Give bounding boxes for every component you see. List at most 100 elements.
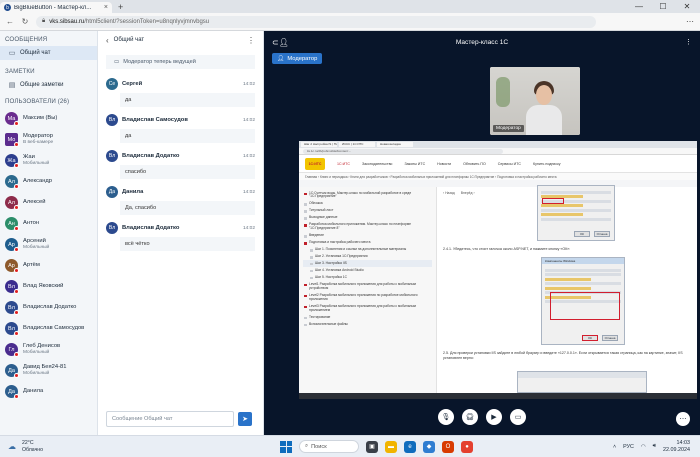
window-row bbox=[541, 190, 611, 194]
user-list-item[interactable]: Вл Владислав Самосудов bbox=[0, 318, 97, 339]
user-list-item[interactable]: Ар Арсений Мобильный bbox=[0, 234, 97, 255]
users-section-title: ПОЛЬЗОВАТЕЛИ (26) bbox=[5, 98, 70, 105]
message-text: да bbox=[120, 129, 255, 143]
send-button[interactable]: ➤ bbox=[238, 412, 252, 426]
user-name: Влад Яковский bbox=[23, 283, 64, 290]
user-status: В веб-камере bbox=[23, 140, 54, 146]
lock-icon[interactable]: 🔒︎ bbox=[42, 18, 45, 25]
sidebar: СООБЩЕНИЯ ▭ Общий чат ЗАМЕТКИ ▤ Общие за… bbox=[0, 31, 98, 435]
volume-icon[interactable]: 🔊︎ bbox=[653, 443, 656, 450]
user-list-item[interactable]: Гл Глеб Денисов Мобильный bbox=[0, 339, 97, 360]
minimize-icon[interactable]: — bbox=[634, 2, 644, 11]
url-path: /html5client/?sessionToken=u8nqnlyvjmnvb… bbox=[84, 18, 210, 25]
back-arrow-icon[interactable]: ← bbox=[6, 17, 14, 26]
muted-status-icon bbox=[14, 226, 19, 231]
browser-menu-icon[interactable]: ⋯ bbox=[686, 17, 694, 26]
close-window-icon[interactable]: ✕ bbox=[682, 2, 692, 11]
screenshare-button[interactable]: ▭ bbox=[510, 409, 526, 425]
window-rows bbox=[538, 186, 614, 225]
site-nav-item: 1С:ИТС bbox=[337, 161, 350, 166]
user-list-item[interactable]: Мо Модератор В веб-камере bbox=[0, 129, 97, 150]
user-info: Жаи Мобильный bbox=[23, 154, 49, 167]
mute-button[interactable]: 🎙︎ bbox=[438, 409, 454, 425]
sidebar-item-public-chat[interactable]: ▭ Общий чат bbox=[0, 46, 97, 60]
user-list-item[interactable]: Вл Влад Яковский bbox=[0, 276, 97, 297]
user-list-item[interactable]: Да Данила bbox=[0, 381, 97, 402]
office-icon[interactable]: O bbox=[442, 440, 454, 453]
sidebar-item-shared-notes[interactable]: ▤ Общие заметки bbox=[0, 78, 97, 92]
message-time: 14:02 bbox=[242, 117, 255, 123]
start-button[interactable] bbox=[280, 440, 292, 453]
avatar-initials: Ар bbox=[8, 262, 15, 269]
close-tab-icon[interactable]: × bbox=[104, 4, 108, 11]
webcam-video[interactable]: Модератор bbox=[490, 67, 580, 135]
options-menu-icon[interactable]: ⋮ bbox=[685, 38, 692, 46]
user-list-item[interactable]: Вл Владислав Додатко bbox=[0, 297, 97, 318]
audio-button[interactable]: 🎧︎ bbox=[462, 409, 478, 425]
user-list-item[interactable]: Да Давид Бея24-81 Мобильный bbox=[0, 360, 97, 381]
shared-address-bar: its.1c.ru/db/pubmobile#content:... bbox=[299, 148, 697, 155]
user-status: Мобильный bbox=[23, 245, 50, 251]
user-name: Александр bbox=[23, 178, 53, 185]
user-status: Мобильный bbox=[23, 350, 50, 356]
muted-status-icon bbox=[14, 310, 19, 315]
app-icon[interactable]: ● bbox=[461, 440, 473, 453]
muted-status-icon bbox=[14, 163, 19, 168]
chat-message-input[interactable]: Сообщение Общий чат bbox=[106, 411, 234, 427]
camera-off-icon: ▶ bbox=[491, 414, 497, 421]
user-list-item[interactable]: Ан Антон bbox=[0, 213, 97, 234]
file-explorer-icon[interactable]: ▬ bbox=[385, 440, 397, 453]
chat-bubble-icon: ▭ bbox=[8, 50, 16, 57]
maximize-icon[interactable]: ☐ bbox=[658, 2, 668, 11]
site-nav: 1С:ИТС Законодательство Законы ИТС Новости О… bbox=[337, 162, 561, 166]
shared-page-content: ‹ Назад Вперёд › ОК Отмена 2.4.1. Убедит… bbox=[437, 185, 697, 399]
camera-button[interactable]: ▶ bbox=[486, 409, 502, 425]
avatar-initials: Се bbox=[108, 81, 116, 87]
url-field[interactable]: 🔒︎ vks.sibsau.ru/html5client/?sessionTok… bbox=[36, 15, 596, 28]
muted-status-icon bbox=[14, 352, 19, 357]
chat-header: ‹ Общий чат ⋮ bbox=[98, 31, 263, 49]
media-controls: 🎙︎ 🎧︎ ▶ ▭ bbox=[264, 409, 700, 431]
edge-browser-icon[interactable]: e bbox=[404, 440, 416, 453]
user-list-item[interactable]: Жа Жаи Мобильный bbox=[0, 150, 97, 171]
chat-options-icon[interactable]: ⋮ bbox=[247, 36, 255, 45]
chat-title: Общий чат bbox=[113, 37, 145, 43]
weather-widget[interactable]: ☁ 22°C Облачно bbox=[0, 440, 160, 452]
user-list-item[interactable]: Ма Максим (Вы) bbox=[0, 108, 97, 129]
toc-item: Шаг 4. Установка Android Studio bbox=[303, 267, 432, 274]
cancel-button: Отмена bbox=[602, 335, 618, 341]
reload-icon[interactable]: ↻ bbox=[21, 17, 29, 26]
user-list-item[interactable]: Ал Алексей bbox=[0, 192, 97, 213]
sender-name: Владислав Додатко bbox=[122, 153, 180, 159]
toc-item: Шаг 2. Установка 1С:Предприятия bbox=[303, 254, 432, 261]
task-view-icon[interactable]: ▣ bbox=[366, 440, 378, 453]
headphones-icon: 🎧︎ bbox=[465, 414, 475, 421]
shared-browser-tab: Шаг 2 Настройка IS | Поз... bbox=[301, 142, 337, 147]
chat-message: Вл Владислав Додатко 14:02 спасибо bbox=[98, 147, 263, 179]
highlight-box bbox=[542, 198, 564, 204]
user-list-item[interactable]: Ар Артём bbox=[0, 255, 97, 276]
notes-section-title: ЗАМЕТКИ bbox=[5, 68, 35, 75]
clock[interactable]: 14:03 22.09.2024 bbox=[663, 440, 690, 453]
toc-item: Шаг 1. Пояснения и ссылки на дополнитель… bbox=[303, 247, 432, 254]
browser-tab[interactable]: b BigBlueButton - Мастер-кл... × bbox=[0, 2, 112, 13]
more-actions-button[interactable]: ⋯ bbox=[676, 412, 690, 426]
taskbar-search[interactable]: ⌕ Поиск bbox=[299, 440, 359, 453]
user-info: Владислав Додатко bbox=[23, 304, 76, 311]
ok-button: ОК bbox=[582, 335, 598, 341]
user-list-item[interactable]: Ал Александр bbox=[0, 171, 97, 192]
chevron-left-icon[interactable]: ‹ bbox=[106, 36, 109, 45]
new-tab-icon[interactable]: + bbox=[118, 2, 123, 12]
user-info: Алексей bbox=[23, 199, 45, 206]
shared-taskbar bbox=[299, 393, 697, 399]
shared-browser-tab: Новая вкладка bbox=[377, 142, 413, 147]
message-time: 14:02 bbox=[242, 225, 255, 231]
send-icon: ➤ bbox=[242, 416, 248, 423]
screen-icon: ▭ bbox=[514, 414, 522, 421]
chevron-up-icon[interactable]: ˄ bbox=[613, 444, 616, 450]
language-indicator[interactable]: РУС bbox=[623, 444, 634, 450]
store-icon[interactable]: ◆ bbox=[423, 440, 435, 453]
avatar-initials: Ар bbox=[8, 241, 15, 248]
system-message: ▭ Модератор теперь ведущей bbox=[106, 55, 255, 69]
wifi-icon[interactable]: ◠ bbox=[641, 444, 646, 450]
